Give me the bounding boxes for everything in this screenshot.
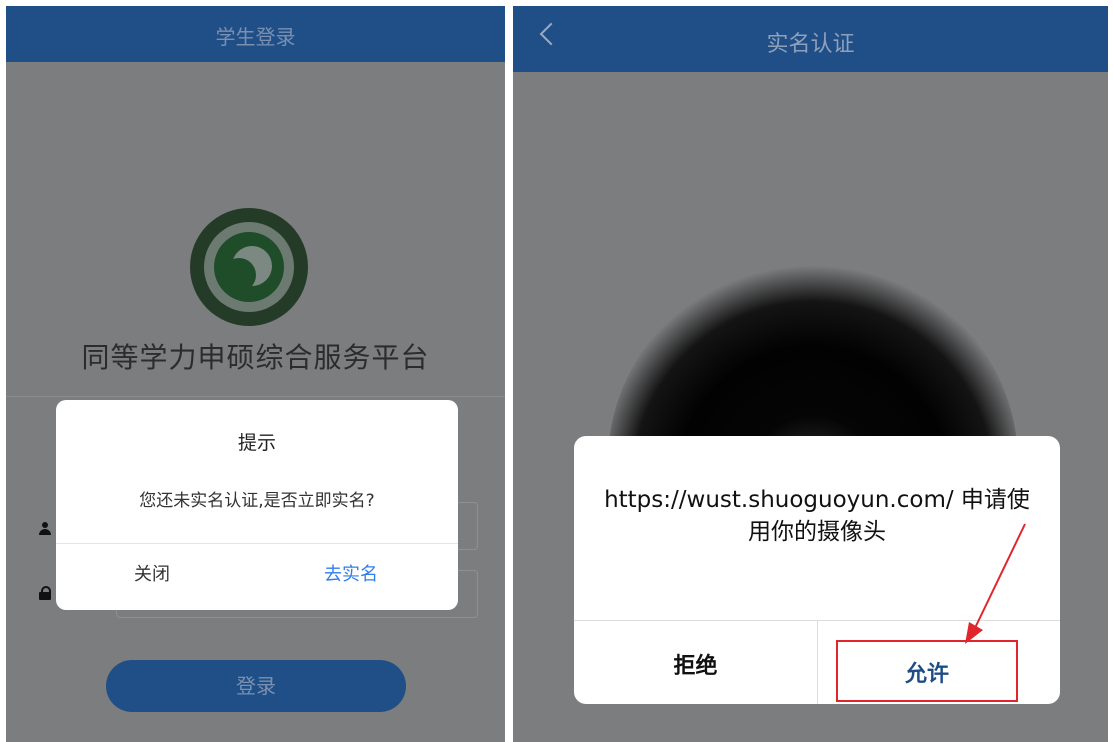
arrow-line <box>974 523 1026 629</box>
verification-screen: 实名认证 https://wust.shuoguoyun.com/ 申请使用你的… <box>513 6 1108 742</box>
lock-icon-body <box>39 592 51 600</box>
header-title: 学生登录 <box>215 25 296 49</box>
red-arrow-annotation <box>965 523 1026 644</box>
dialog-divider <box>56 543 458 544</box>
form-divider <box>6 396 505 397</box>
logo-emblem <box>214 232 284 302</box>
university-logo <box>190 208 308 326</box>
logo-wave-shadow <box>222 258 256 292</box>
verification-prompt-dialog: 提示 您还未实名认证,是否立即实名? 关闭 去实名 <box>56 400 458 610</box>
verify-now-button[interactable]: 去实名 <box>324 560 378 586</box>
close-button[interactable]: 关闭 <box>134 560 170 586</box>
user-icon-body <box>39 529 51 535</box>
logo-ring <box>204 222 294 312</box>
login-button[interactable]: 登录 <box>106 660 406 712</box>
login-screen: 学生登录 同等学力申硕综合服务平台 登录 提示 您还未实名认证,是否立即实名? … <box>6 6 505 742</box>
dialog-message: 您还未实名认证,是否立即实名? <box>139 491 375 511</box>
user-icon <box>38 522 52 536</box>
user-icon-head <box>42 522 48 528</box>
lock-icon <box>39 586 51 600</box>
arrow-head <box>965 622 983 644</box>
platform-title: 同等学力申硕综合服务平台 <box>81 341 430 374</box>
dialog-title: 提示 <box>237 432 276 454</box>
header-bar: 学生登录 <box>6 6 505 62</box>
